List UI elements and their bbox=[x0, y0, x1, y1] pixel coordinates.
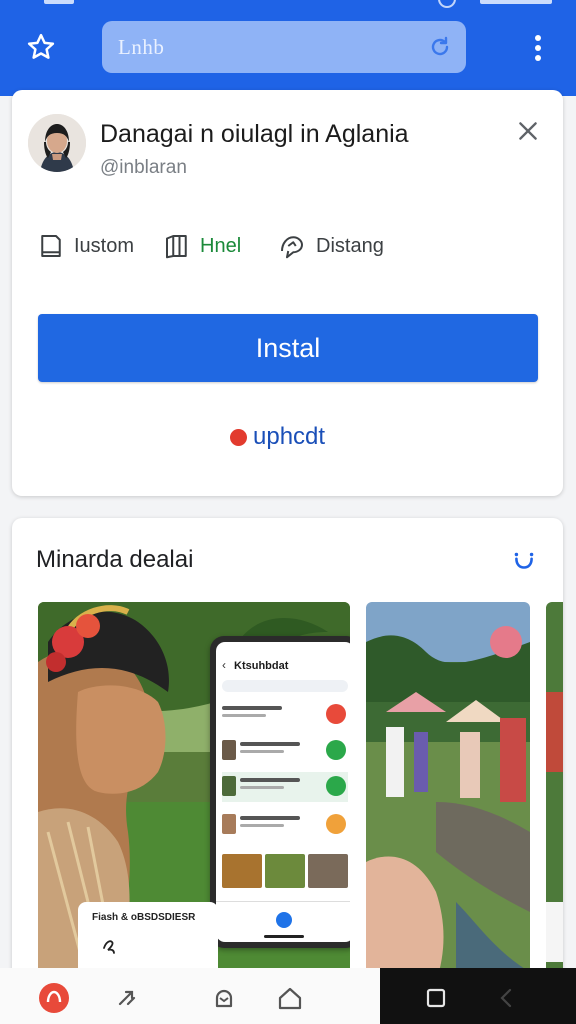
phone-list-item bbox=[222, 736, 348, 766]
screenshots-card: Minarda dealai ‹ Ktsuhbdat Fiash & oBSDS… bbox=[12, 518, 563, 988]
system-nav-bar bbox=[380, 968, 576, 1024]
home-app-icon[interactable] bbox=[38, 982, 70, 1014]
browser-toolbar: Lnhb bbox=[0, 0, 576, 96]
meta-item-distang[interactable]: Distang bbox=[276, 228, 384, 264]
bottom-navigation bbox=[0, 968, 576, 1024]
caption-text: Fiash & oBSDSDIESR bbox=[92, 912, 196, 923]
developer-avatar bbox=[28, 114, 86, 172]
section-title: Minarda dealai bbox=[36, 546, 194, 573]
screenshot-2-image bbox=[366, 602, 530, 982]
app-meta-row: Iustom Hnel Distang bbox=[36, 228, 536, 264]
hand-icon bbox=[103, 940, 115, 954]
update-link[interactable]: uphcdt bbox=[230, 422, 325, 452]
chat-icon bbox=[281, 236, 303, 259]
bookmark-star-icon[interactable] bbox=[26, 32, 56, 62]
loading-icon[interactable] bbox=[511, 548, 537, 574]
phone-list-item bbox=[222, 772, 348, 802]
alarm-icon bbox=[438, 0, 456, 8]
meta-item-hnel[interactable]: Hnel bbox=[162, 228, 241, 264]
home-icon[interactable] bbox=[274, 982, 306, 1014]
screenshot-1[interactable]: ‹ Ktsuhbdat Fiash & oBSDSDIESR bbox=[38, 602, 350, 982]
tablet-icon bbox=[41, 235, 61, 257]
back-icon[interactable] bbox=[490, 982, 522, 1014]
book-icon bbox=[166, 235, 187, 259]
phone-app-title: Ktsuhbdat bbox=[234, 660, 289, 672]
screenshot-3[interactable] bbox=[546, 602, 563, 982]
address-bar[interactable]: Lnhb bbox=[102, 21, 466, 73]
close-icon[interactable] bbox=[515, 118, 541, 144]
phone-list-item bbox=[222, 810, 348, 840]
update-dot-icon bbox=[230, 428, 247, 446]
phone-nav-bar bbox=[216, 901, 350, 942]
developer-handle[interactable]: @inblaran bbox=[100, 157, 187, 179]
phone-photo-grid bbox=[222, 854, 348, 888]
app-info-card: Danagai n oiulagl in Aglania @inblaran I… bbox=[12, 90, 563, 496]
apps-icon[interactable] bbox=[208, 982, 240, 1014]
meta-label: Iustom bbox=[74, 234, 135, 257]
screenshot-3-image bbox=[546, 602, 563, 982]
status-bar bbox=[0, 0, 576, 8]
address-text: Lnhb bbox=[118, 35, 165, 59]
share-icon[interactable] bbox=[112, 982, 144, 1014]
signal-icon bbox=[44, 0, 74, 4]
app-title: Danagai n oiulagl in Aglania bbox=[100, 120, 409, 148]
meta-label: Hnel bbox=[200, 234, 242, 257]
overflow-menu-icon[interactable] bbox=[528, 33, 548, 63]
back-arrow-icon: ‹ bbox=[222, 658, 226, 672]
meta-item-iustom[interactable]: Iustom bbox=[36, 228, 134, 264]
phone-list-item bbox=[222, 700, 348, 730]
screenshot-2[interactable] bbox=[366, 602, 530, 982]
phone-search-bar bbox=[222, 680, 348, 692]
update-label: uphcdt bbox=[253, 423, 326, 450]
meta-label: Distang bbox=[316, 234, 384, 257]
recents-icon[interactable] bbox=[420, 982, 452, 1014]
install-button[interactable]: Instal bbox=[38, 314, 538, 382]
phone-screen: ‹ Ktsuhbdat bbox=[216, 642, 350, 942]
phone-mockup: ‹ Ktsuhbdat bbox=[210, 636, 350, 948]
battery-icon bbox=[480, 0, 552, 4]
reload-icon[interactable] bbox=[428, 35, 452, 59]
